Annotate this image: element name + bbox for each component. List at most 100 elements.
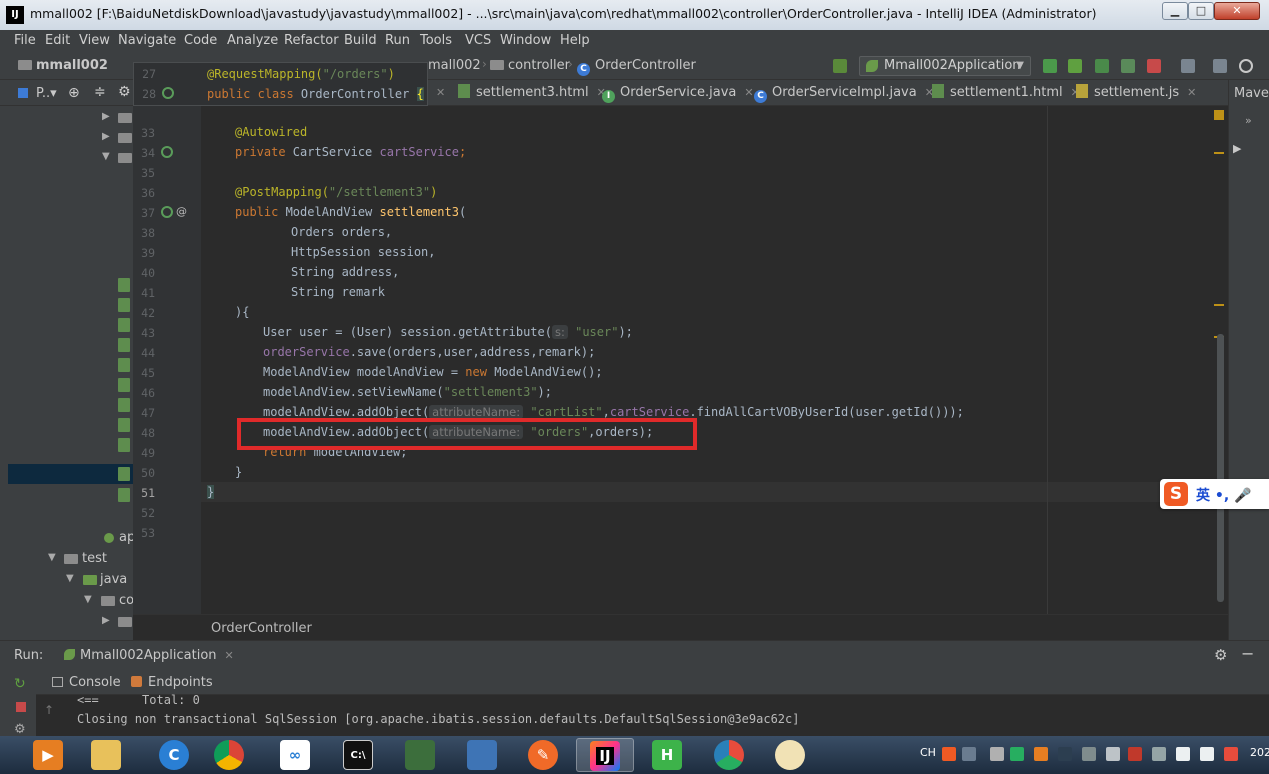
- expand-icon[interactable]: »: [1245, 114, 1252, 127]
- notification-icon[interactable]: [1224, 747, 1238, 761]
- code-line-40[interactable]: String address,: [291, 262, 399, 282]
- code-line-33[interactable]: @Autowired: [235, 122, 307, 142]
- layout-icon[interactable]: [1213, 59, 1227, 73]
- taskbar-media-player[interactable]: ▶: [20, 738, 78, 772]
- sogou-logo-icon[interactable]: S: [1164, 482, 1188, 506]
- close-button[interactable]: ✕: [1214, 2, 1260, 20]
- collapse-icon[interactable]: ≑: [94, 84, 106, 100]
- tree-row[interactable]: ▼: [0, 148, 133, 168]
- settings-icon[interactable]: ⚙: [14, 722, 26, 737]
- target-icon[interactable]: ⊕: [68, 85, 80, 101]
- html-file-icon[interactable]: [118, 438, 130, 452]
- code-line-36[interactable]: @PostMapping("/settlement3"): [235, 182, 437, 202]
- code-line-41[interactable]: String remark: [291, 282, 385, 302]
- project-structure-icon[interactable]: [1181, 59, 1195, 73]
- tab-console[interactable]: Console: [52, 675, 121, 690]
- code-line-38[interactable]: Orders orders,: [291, 222, 392, 242]
- taskbar-cmd[interactable]: C:\: [330, 738, 388, 772]
- tab-settlement1-html[interactable]: settlement1.html✕: [932, 80, 1080, 106]
- breadcrumb-class[interactable]: C OrderController: [577, 58, 696, 76]
- coverage-icon[interactable]: [1095, 59, 1109, 73]
- maximize-button[interactable]: □: [1188, 2, 1214, 20]
- menu-refactor[interactable]: Refactor: [284, 33, 339, 48]
- html-file-icon[interactable]: [118, 418, 130, 432]
- run-tab-mmall002application[interactable]: Mmall002Application ✕: [60, 648, 238, 663]
- taskbar-explorer[interactable]: [78, 738, 136, 772]
- volume-icon[interactable]: [1176, 747, 1190, 761]
- project-view-selector[interactable]: P..▾: [36, 86, 57, 101]
- taskbar-remote-desktop[interactable]: [454, 738, 512, 772]
- taskbar-browser-c[interactable]: C: [146, 738, 204, 772]
- code-editor[interactable]: @Autowired private CartService cartServi…: [201, 106, 1228, 614]
- taskbar-chrome[interactable]: [201, 738, 259, 772]
- menu-file[interactable]: File: [14, 33, 36, 48]
- menu-build[interactable]: Build: [344, 33, 377, 48]
- breadcrumb-package[interactable]: controller: [490, 58, 570, 73]
- battery-icon[interactable]: [1152, 747, 1166, 761]
- tab-settlement-js[interactable]: settlement.js ✕: [1076, 80, 1196, 106]
- tree-item-ap[interactable]: ap: [0, 528, 133, 548]
- code-line-50[interactable]: }: [235, 462, 242, 482]
- sticky-line-28[interactable]: public class OrderController {: [207, 84, 424, 104]
- sticky-line-27[interactable]: @RequestMapping("/orders"): [207, 64, 395, 84]
- taskbar-sublime[interactable]: ✎: [515, 738, 573, 772]
- build-hammer-icon[interactable]: [833, 59, 847, 73]
- tree-row[interactable]: ▶: [0, 108, 133, 128]
- network-icon[interactable]: [1200, 747, 1214, 761]
- menu-view[interactable]: View: [79, 33, 110, 48]
- taskbar-intellij[interactable]: IJ: [576, 738, 634, 772]
- keyboard-icon[interactable]: [962, 747, 976, 761]
- tab-current-close[interactable]: ✕: [428, 80, 445, 106]
- html-file-icon[interactable]: [118, 338, 130, 352]
- error-stripe-mark[interactable]: [1214, 152, 1224, 154]
- html-file-icon[interactable]: [118, 358, 130, 372]
- rerun-icon[interactable]: [1043, 59, 1057, 73]
- hide-icon[interactable]: −: [1241, 644, 1254, 663]
- code-line-43[interactable]: User user = (User) session.getAttribute(…: [263, 322, 633, 342]
- menu-tools[interactable]: Tools: [420, 33, 452, 48]
- profile-icon[interactable]: [1121, 59, 1135, 73]
- taskbar-navicat[interactable]: [701, 738, 759, 772]
- qq-icon[interactable]: [1058, 747, 1072, 761]
- clock[interactable]: 202: [1250, 746, 1269, 759]
- maven-label[interactable]: Mave: [1234, 86, 1269, 101]
- tray-language[interactable]: CH: [920, 746, 936, 759]
- ime-status[interactable]: 英 •, 🎤: [1196, 485, 1251, 505]
- html-file-icon[interactable]: [118, 298, 130, 312]
- stop-icon[interactable]: [1147, 59, 1161, 73]
- menu-run[interactable]: Run: [385, 33, 410, 48]
- spring-bean-gutter-icon[interactable]: [161, 146, 173, 158]
- tree-row[interactable]: ▶: [0, 128, 133, 148]
- warning-icon[interactable]: [1214, 110, 1224, 120]
- close-icon[interactable]: ✕: [744, 86, 753, 99]
- sticky-scroll-header[interactable]: 27 @RequestMapping("/orders") 28 public …: [133, 62, 428, 106]
- code-line-51[interactable]: }: [207, 482, 215, 502]
- taskbar-anime-app[interactable]: [762, 738, 820, 772]
- menu-vcs[interactable]: VCS: [465, 33, 491, 48]
- taskbar-task-manager[interactable]: [392, 738, 450, 772]
- sogou-ime-toolbar[interactable]: S 英 •, 🎤: [1160, 479, 1269, 509]
- tray-icon[interactable]: [1106, 747, 1120, 761]
- breadcrumb-module[interactable]: mall002: [428, 58, 481, 73]
- search-icon[interactable]: [1239, 59, 1253, 73]
- tree-item-java[interactable]: ▼ java: [0, 570, 133, 590]
- stop-icon[interactable]: [16, 702, 26, 712]
- menu-navigate[interactable]: Navigate: [118, 33, 176, 48]
- code-line-37[interactable]: public ModelAndView settlement3(: [235, 202, 466, 222]
- debug-bug-icon[interactable]: [1068, 59, 1082, 73]
- menu-help[interactable]: Help: [560, 33, 590, 48]
- rerun-icon[interactable]: ↻: [14, 676, 26, 692]
- close-icon[interactable]: ✕: [1187, 86, 1196, 99]
- scrollbar-thumb[interactable]: [1217, 334, 1224, 602]
- tab-orderservice-java[interactable]: I OrderService.java ✕: [602, 80, 754, 106]
- maven-tool-window[interactable]: Mave » ▶: [1228, 80, 1269, 640]
- html-file-icon[interactable]: [118, 278, 130, 292]
- error-stripe-mark[interactable]: [1214, 304, 1224, 306]
- tray-icon[interactable]: [990, 747, 1004, 761]
- code-line-39[interactable]: HttpSession session,: [291, 242, 436, 262]
- code-line-46[interactable]: modelAndView.setViewName("settlement3");: [263, 382, 552, 402]
- breadcrumb-orderController[interactable]: OrderController: [211, 621, 312, 636]
- menu-analyze[interactable]: Analyze: [227, 33, 278, 48]
- gear-icon[interactable]: ⚙: [1214, 646, 1227, 664]
- run-configuration-selector[interactable]: Mmall002Application ▼: [859, 56, 1031, 76]
